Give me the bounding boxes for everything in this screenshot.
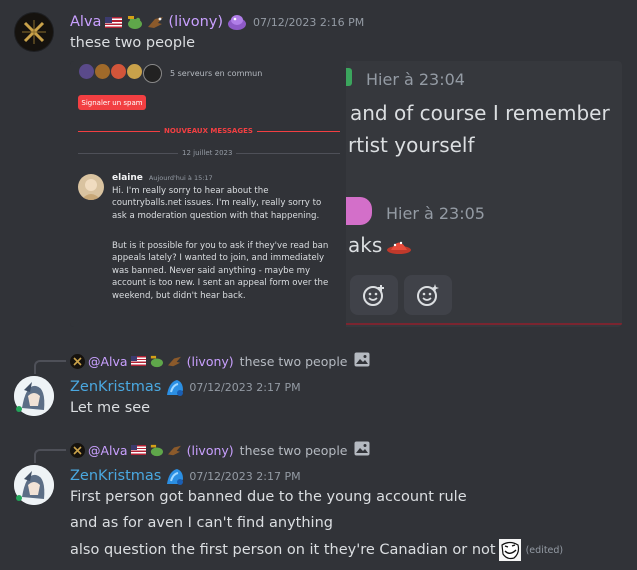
new-messages-label: NOUVEAUX MESSAGES bbox=[160, 127, 257, 135]
alva-avatar[interactable] bbox=[14, 12, 54, 52]
eagle-emoji-icon bbox=[167, 355, 182, 368]
timestamp: 07/12/2023 2:17 PM bbox=[189, 469, 301, 483]
eagle-emoji-icon bbox=[167, 444, 182, 457]
reply-author[interactable]: @Alva bbox=[88, 443, 128, 458]
us-flag-icon bbox=[130, 445, 146, 455]
online-status-dot bbox=[16, 495, 22, 501]
message-text: and as for aven I can't find anything bbox=[70, 515, 333, 531]
ice-badge-icon bbox=[165, 378, 185, 397]
message-text: First person got banned due to the young… bbox=[70, 489, 467, 505]
edited-label: (edited) bbox=[525, 544, 564, 556]
reply-spine bbox=[34, 360, 66, 374]
reply-text: these two people bbox=[239, 353, 348, 369]
bottom-divider bbox=[346, 323, 622, 325]
add-super-reaction-button[interactable] bbox=[404, 275, 452, 315]
reply-avatar-icon bbox=[70, 442, 85, 458]
reply-preview[interactable]: @Alva (livony) these two people bbox=[70, 441, 370, 459]
message-header: Alva (livony) 07/12/2023 2:16 PM bbox=[70, 12, 364, 32]
add-reaction-icon bbox=[363, 285, 384, 306]
reply-spine bbox=[34, 449, 66, 463]
right-timestamp-1: Hier à 23:04 bbox=[366, 70, 465, 89]
reply-author[interactable]: @Alva bbox=[88, 354, 128, 369]
reply-nick-suffix: (livony) bbox=[186, 353, 234, 369]
report-spam-button[interactable]: Signaler un spam bbox=[78, 95, 146, 110]
eagle-emoji-icon bbox=[147, 15, 164, 30]
message-text: these two people bbox=[70, 35, 196, 51]
inner-author: elaine bbox=[112, 173, 143, 183]
message-header: ZenKristmas 07/12/2023 2:17 PM bbox=[70, 465, 301, 487]
message-text-row: also question the first person on it the… bbox=[70, 539, 563, 561]
inner-paragraph-2: But is it possible for you to ask if the… bbox=[112, 241, 329, 301]
message-header: ZenKristmas 07/12/2023 2:17 PM bbox=[70, 376, 301, 398]
inner-timestamp: Aujourd'hui à 15:17 bbox=[148, 174, 213, 182]
timestamp: 07/12/2023 2:17 PM bbox=[189, 380, 301, 394]
frog-emoji-icon bbox=[126, 15, 143, 30]
mutual-servers-label[interactable]: 5 serveurs en commun bbox=[170, 69, 262, 78]
us-flag-icon bbox=[130, 356, 146, 366]
hat-emoji-icon bbox=[386, 235, 412, 259]
ice-badge-icon bbox=[165, 467, 185, 486]
right-line-3: aks bbox=[348, 233, 383, 257]
server-icon bbox=[127, 64, 142, 79]
right-line-1: and of course I remember bbox=[350, 101, 610, 125]
add-reaction-button[interactable] bbox=[350, 275, 398, 315]
screenshot-right-panel: Hier à 23:04 and of course I remember rt… bbox=[346, 61, 622, 327]
purple-badge-icon bbox=[227, 13, 247, 31]
server-icon bbox=[111, 64, 126, 79]
image-attachment-icon bbox=[354, 352, 370, 370]
frog-emoji-icon bbox=[149, 355, 164, 368]
inner-paragraph-1: Hi. I'm really sorry to hear about the c… bbox=[112, 186, 322, 221]
frog-emoji-icon bbox=[149, 444, 164, 457]
inner-header: elaine Aujourd'hui à 15:17 bbox=[112, 173, 213, 183]
elaine-avatar bbox=[78, 174, 104, 200]
image-attachment-icon bbox=[354, 441, 370, 459]
reply-text: these two people bbox=[239, 442, 348, 458]
screenshot-left-panel: 5 serveurs en commun Signaler un spam NO… bbox=[70, 61, 346, 327]
timestamp: 07/12/2023 2:16 PM bbox=[253, 15, 365, 29]
message-text: also question the first person on it the… bbox=[70, 542, 496, 558]
reply-nick-suffix: (livony) bbox=[186, 442, 234, 458]
server-icon bbox=[79, 64, 94, 79]
trollface-emoji-icon bbox=[498, 539, 521, 561]
author-name[interactable]: Alva bbox=[70, 14, 101, 30]
author-nick-suffix: (livony) bbox=[168, 14, 224, 30]
us-flag-icon bbox=[105, 16, 123, 28]
author-name[interactable]: ZenKristmas bbox=[70, 468, 161, 484]
message-text: Let me see bbox=[70, 400, 151, 416]
online-status-dot bbox=[16, 406, 22, 412]
server-icon bbox=[143, 64, 162, 83]
author-name[interactable]: ZenKristmas bbox=[70, 379, 161, 395]
reply-avatar-icon bbox=[70, 353, 85, 369]
green-emoji-fragment bbox=[346, 68, 352, 86]
gold-x-emblem-icon bbox=[15, 13, 53, 51]
super-reaction-icon bbox=[417, 284, 439, 306]
mutual-server-icons bbox=[79, 64, 162, 83]
reply-preview[interactable]: @Alva (livony) these two people bbox=[70, 352, 370, 370]
report-spam-label: Signaler un spam bbox=[81, 98, 143, 107]
attachment-image[interactable]: 5 serveurs en commun Signaler un spam NO… bbox=[70, 61, 622, 327]
right-timestamp-2: Hier à 23:05 bbox=[386, 204, 485, 223]
date-divider-label: 12 juillet 2023 bbox=[178, 149, 237, 157]
right-line-2: rtist yourself bbox=[348, 133, 475, 157]
pink-avatar-fragment bbox=[346, 197, 372, 225]
server-icon bbox=[95, 64, 110, 79]
